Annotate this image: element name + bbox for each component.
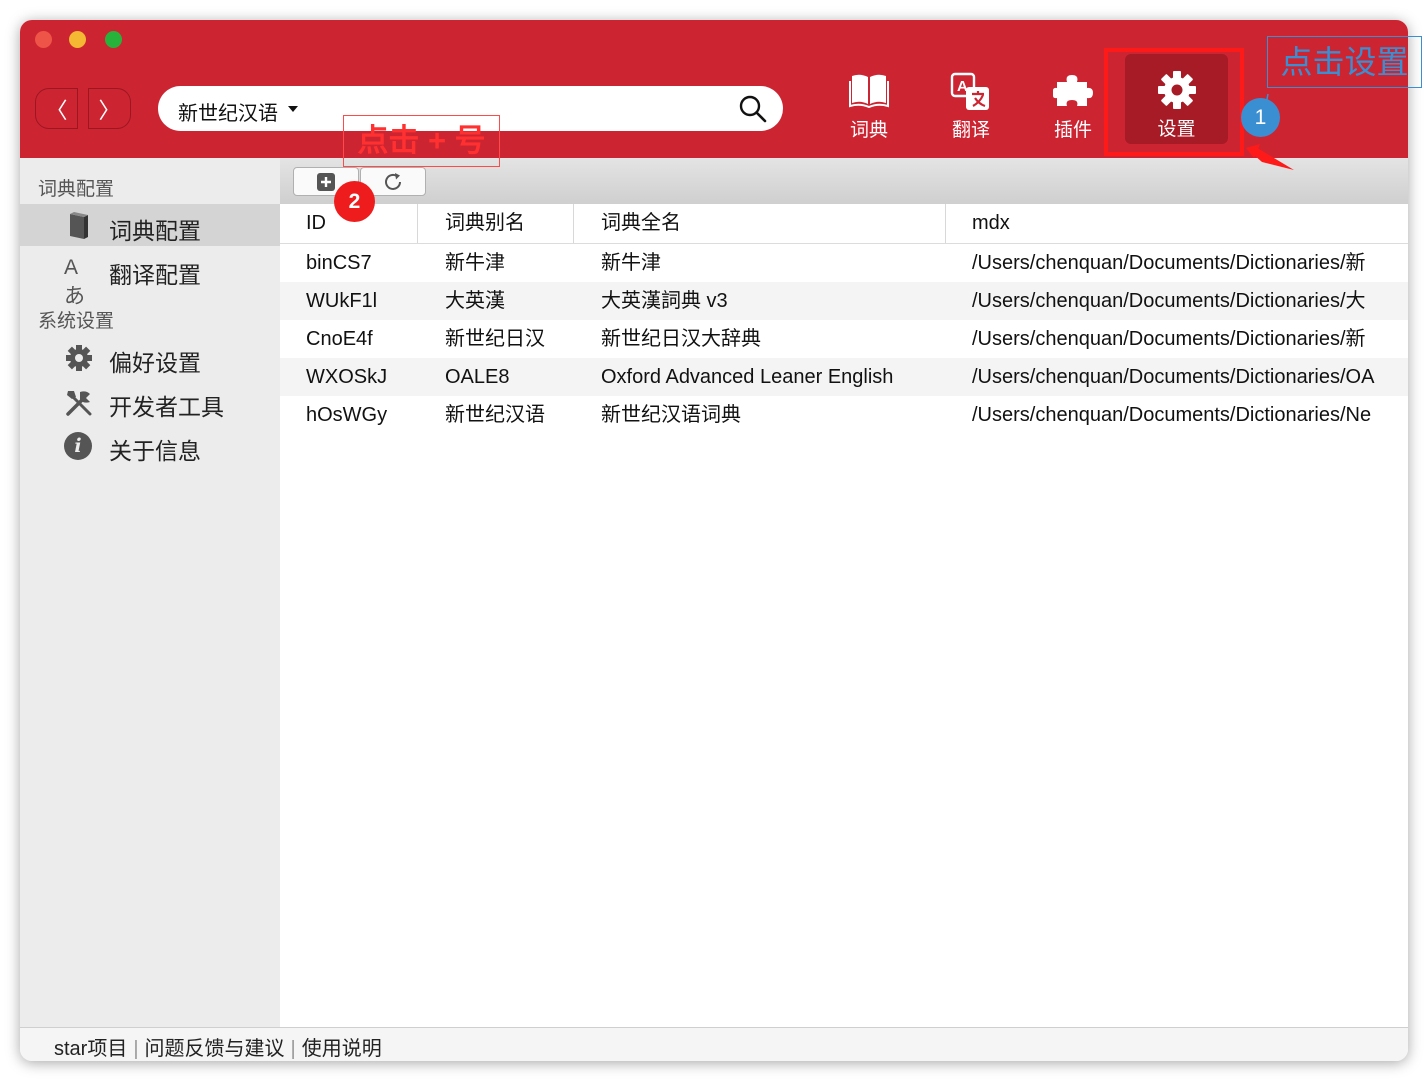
column-divider[interactable] xyxy=(945,204,946,243)
cell-id: WUkF1l xyxy=(306,290,378,312)
cell-mdx: /Users/chenquan/Documents/Dictionaries/O… xyxy=(972,366,1375,388)
cell-alias: 新世纪汉语 xyxy=(445,404,545,426)
table-row[interactable]: CnoE4f 新世纪日汉 新世纪日汉大辞典 /Users/chenquan/Do… xyxy=(280,320,1408,358)
cell-mdx: /Users/chenquan/Documents/Dictionaries/大 xyxy=(972,290,1366,312)
table-row[interactable]: WUkF1l 大英漢 大英漢詞典 v3 /Users/chenquan/Docu… xyxy=(280,282,1408,320)
cell-id: binCS7 xyxy=(306,252,372,274)
dictionary-table-panel: ID 词典别名 词典全名 mdx binCS7 新牛津 新牛津 /Users/c… xyxy=(280,158,1408,1027)
cell-mdx: /Users/chenquan/Documents/Dictionaries/新 xyxy=(972,328,1366,350)
tab-dictionary-label: 词典 xyxy=(849,120,888,141)
column-header-alias[interactable]: 词典别名 xyxy=(445,204,525,243)
column-header-id[interactable]: ID xyxy=(306,204,326,243)
search-icon[interactable] xyxy=(739,95,767,123)
annotation-badge-2: 2 xyxy=(334,181,375,222)
tools-icon xyxy=(66,391,92,416)
sidebar-section-system: 系统设置 xyxy=(38,311,115,332)
puzzle-icon xyxy=(1053,75,1093,106)
feedback-link[interactable]: 问题反馈与建议 xyxy=(145,1038,285,1060)
cell-fullname: 新牛津 xyxy=(601,252,661,274)
sidebar-section-dictionary: 词典配置 xyxy=(38,179,115,200)
app-window: 〈 〉 新世纪汉语 词典 A 翻译 插件 设置 词典配置 词典配置 Aあ 翻译配… xyxy=(20,20,1408,1061)
tab-dictionary[interactable]: 词典 xyxy=(829,70,909,142)
gear-icon xyxy=(66,345,92,371)
translate-icon: Aあ xyxy=(64,256,85,308)
cell-alias: 大英漢 xyxy=(445,290,505,312)
book-icon xyxy=(849,74,889,108)
sidebar-item-dictionary-config[interactable]: 词典配置 xyxy=(20,204,280,246)
column-divider[interactable] xyxy=(573,204,574,243)
cell-fullname: 新世纪日汉大辞典 xyxy=(601,328,761,350)
annotation-click-settings: 点击设置 xyxy=(1267,36,1422,88)
annotation-badge-1: 1 xyxy=(1241,98,1280,137)
tab-plugins[interactable]: 插件 xyxy=(1033,70,1113,142)
tab-translate-label: 翻译 xyxy=(951,120,990,141)
chevron-left-icon: 〈 xyxy=(45,97,68,123)
refresh-icon xyxy=(385,172,401,190)
cell-alias: 新世纪日汉 xyxy=(445,328,545,350)
cell-fullname: 大英漢詞典 v3 xyxy=(601,290,728,312)
tab-translate[interactable]: A 翻译 xyxy=(931,70,1011,142)
column-divider[interactable] xyxy=(417,204,418,243)
table-header: ID 词典别名 词典全名 mdx xyxy=(280,204,1408,244)
cell-fullname: 新世纪汉语词典 xyxy=(601,404,741,426)
sidebar: 词典配置 词典配置 Aあ 翻译配置 系统设置 偏好设置 开发者工具 i 关于信息 xyxy=(20,158,280,1027)
sidebar-item-preferences[interactable]: 偏好设置 xyxy=(20,336,280,378)
table-row[interactable]: WXOSkJ OALE8 Oxford Advanced Leaner Engl… xyxy=(280,358,1408,396)
close-window-button[interactable] xyxy=(35,31,52,48)
cell-id: CnoE4f xyxy=(306,328,373,350)
sidebar-item-label: 词典配置 xyxy=(109,218,201,244)
footer-separator: | xyxy=(290,1038,296,1060)
footer-separator: | xyxy=(133,1038,139,1060)
cell-alias: 新牛津 xyxy=(445,252,505,274)
table-row[interactable]: binCS7 新牛津 新牛津 /Users/chenquan/Documents… xyxy=(280,244,1408,282)
plus-square-icon xyxy=(317,172,335,191)
cell-fullname: Oxford Advanced Leaner English xyxy=(601,366,894,388)
cell-mdx: /Users/chenquan/Documents/Dictionaries/N… xyxy=(972,404,1372,426)
info-icon: i xyxy=(64,432,92,460)
table-row[interactable]: hOsWGy 新世纪汉语 新世纪汉语词典 /Users/chenquan/Doc… xyxy=(280,396,1408,434)
cell-alias: OALE8 xyxy=(445,366,510,388)
sidebar-item-label: 关于信息 xyxy=(109,438,201,464)
forward-button[interactable]: 〉 xyxy=(88,88,131,129)
usage-guide-link[interactable]: 使用说明 xyxy=(302,1038,382,1060)
annotation-highlight-settings xyxy=(1104,48,1244,156)
column-header-mdx[interactable]: mdx xyxy=(972,204,1010,243)
book-icon xyxy=(70,212,88,239)
sidebar-item-about[interactable]: i 关于信息 xyxy=(20,424,280,466)
translate-icon: A xyxy=(950,72,989,110)
dropdown-caret-icon[interactable] xyxy=(288,106,298,112)
cell-mdx: /Users/chenquan/Documents/Dictionaries/新 xyxy=(972,252,1366,274)
sidebar-item-label: 翻译配置 xyxy=(109,262,201,288)
column-header-fullname[interactable]: 词典全名 xyxy=(601,204,681,243)
sidebar-item-label: 偏好设置 xyxy=(109,350,201,376)
sidebar-item-developer-tools[interactable]: 开发者工具 xyxy=(20,380,280,422)
chevron-right-icon: 〉 xyxy=(98,97,121,123)
dictionary-selector[interactable]: 新世纪汉语 xyxy=(178,97,278,126)
sidebar-item-translate-config[interactable]: Aあ 翻译配置 xyxy=(20,248,280,308)
footer-links: star项目 | 问题反馈与建议 | 使用说明 xyxy=(20,1027,1408,1061)
sidebar-item-label: 开发者工具 xyxy=(109,394,224,420)
tab-plugins-label: 插件 xyxy=(1053,120,1092,141)
minimize-window-button[interactable] xyxy=(69,31,86,48)
annotation-click-plus: 点击 + 号 xyxy=(343,115,500,167)
back-button[interactable]: 〈 xyxy=(35,88,78,129)
zoom-window-button[interactable] xyxy=(105,31,122,48)
cell-id: hOsWGy xyxy=(306,404,388,426)
cell-id: WXOSkJ xyxy=(306,366,388,388)
star-project-link[interactable]: star项目 xyxy=(54,1038,127,1060)
